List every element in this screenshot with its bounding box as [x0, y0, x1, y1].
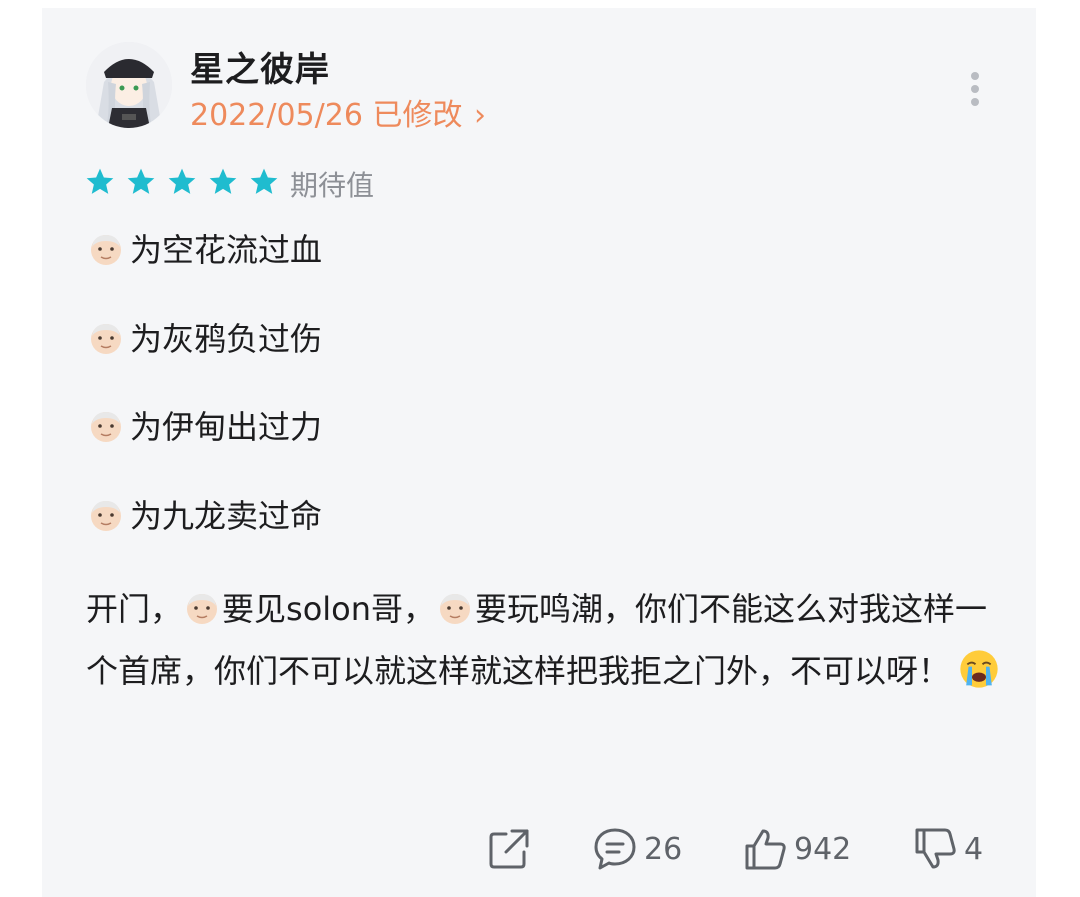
like-count: 942 — [794, 831, 852, 867]
more-vertical-icon[interactable] — [964, 70, 986, 106]
rating-stars — [84, 166, 284, 202]
edited-label: 已修改 — [372, 98, 463, 133]
comment-button[interactable]: 26 — [592, 826, 682, 872]
old-man-emoji — [91, 324, 121, 354]
old-man-emoji — [91, 412, 121, 442]
old-man-emoji — [91, 501, 121, 531]
like-button[interactable]: 942 — [742, 826, 851, 872]
star-icon — [86, 168, 114, 194]
chevron-right-icon: › — [474, 98, 487, 133]
comment-icon — [594, 828, 636, 870]
content-line: 为空花流过血 — [88, 228, 322, 272]
line-text: 为九龙卖过命 — [130, 497, 323, 535]
dislike-button[interactable]: 4 — [912, 826, 983, 872]
user-avatar[interactable] — [86, 42, 172, 128]
star-icon — [127, 168, 155, 194]
star-icon — [209, 168, 237, 194]
line-text: 为灰鸦负过伤 — [130, 320, 323, 358]
old-man-emoji — [91, 235, 121, 265]
content-line: 为灰鸦负过伤 — [88, 317, 322, 361]
thumbs-down-icon — [915, 828, 956, 869]
loudly-crying-emoji — [960, 650, 998, 688]
share-button[interactable] — [486, 826, 532, 872]
line-text: 为伊甸出过力 — [130, 408, 323, 446]
content-line: 为九龙卖过命 — [88, 494, 322, 538]
share-icon — [489, 829, 529, 869]
comment-count: 26 — [644, 831, 683, 867]
thumbs-up-icon — [745, 829, 786, 870]
rating-label: 期待值 — [290, 169, 375, 202]
old-man-emoji — [440, 594, 471, 624]
username[interactable]: 星之彼岸 — [190, 42, 330, 91]
paragraph-part2: 要见solon哥， — [222, 590, 436, 628]
post-meta[interactable]: 2022/05/26 已修改 › — [190, 90, 486, 134]
avatar-image — [86, 42, 172, 128]
star-icon — [168, 168, 196, 194]
paragraph-part1: 开门， — [86, 590, 183, 628]
content-line: 为伊甸出过力 — [88, 405, 322, 449]
post-date: 2022/05/26 — [190, 98, 363, 133]
old-man-emoji — [187, 594, 218, 624]
review-card — [42, 8, 1036, 897]
line-text: 为空花流过血 — [130, 231, 323, 269]
content-paragraph: 开门， 要见solon哥， 要玩鸣潮，你们不能这么对我这样一个首席，你们不可以就… — [86, 578, 1006, 702]
dislike-count: 4 — [964, 831, 984, 867]
star-icon — [251, 168, 278, 194]
